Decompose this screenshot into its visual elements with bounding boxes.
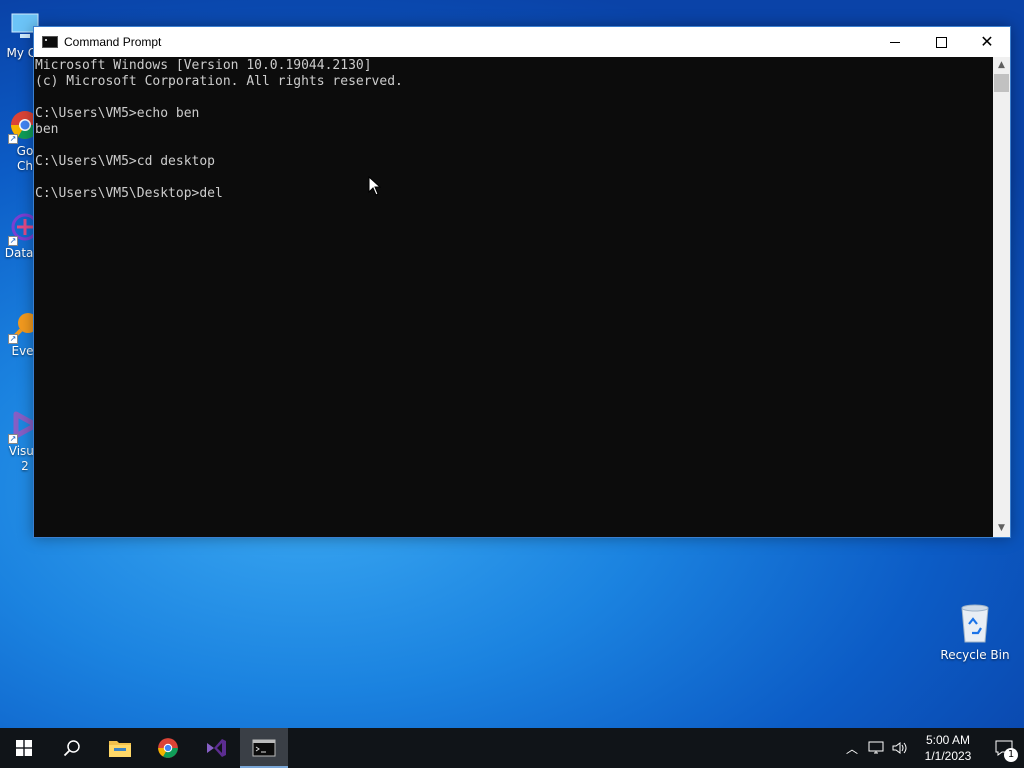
scroll-down-icon[interactable]: ▼ xyxy=(993,520,1010,537)
network-icon xyxy=(868,741,884,754)
window-title: Command Prompt xyxy=(64,35,162,49)
system-tray: ︿ 5:00 AM 1/1/2023 1 xyxy=(840,728,1024,768)
mouse-cursor-icon xyxy=(368,176,382,196)
command-prompt-window[interactable]: Command Prompt ✕ Microsoft Windows [Vers… xyxy=(33,26,1011,538)
search-button[interactable] xyxy=(48,728,96,768)
maximize-icon xyxy=(935,36,947,48)
desktop-icon-recycle-bin[interactable]: Recycle Bin xyxy=(940,600,1010,662)
visual-studio-icon xyxy=(207,739,226,757)
shortcut-arrow-icon: ↗ xyxy=(8,134,18,144)
speaker-icon xyxy=(892,742,907,754)
folder-icon xyxy=(109,741,131,757)
clock[interactable]: 5:00 AM 1/1/2023 xyxy=(912,732,984,764)
cmd-icon xyxy=(252,739,276,757)
maximize-button[interactable] xyxy=(918,27,964,57)
notification-count-badge: 1 xyxy=(1004,748,1018,762)
chrome-taskbar-button[interactable] xyxy=(144,728,192,768)
scroll-up-icon[interactable]: ▲ xyxy=(993,57,1010,74)
cmd-icon xyxy=(42,36,58,48)
window-titlebar[interactable]: Command Prompt ✕ xyxy=(34,27,1010,57)
chrome-icon xyxy=(158,738,178,758)
cmd-taskbar-button[interactable] xyxy=(240,728,288,768)
vertical-scrollbar[interactable]: ▲ ▼ xyxy=(993,57,1010,537)
scrollbar-thumb[interactable] xyxy=(994,74,1009,92)
close-icon: ✕ xyxy=(980,32,994,51)
shortcut-arrow-icon: ↗ xyxy=(8,334,18,344)
recycle-bin-label: Recycle Bin xyxy=(940,648,1010,662)
visual-studio-taskbar-button[interactable] xyxy=(192,728,240,768)
network-button[interactable] xyxy=(864,728,888,768)
close-button[interactable]: ✕ xyxy=(964,27,1010,57)
shortcut-arrow-icon: ↗ xyxy=(8,236,18,246)
minimize-icon xyxy=(890,41,900,43)
chevron-up-icon: ︿ xyxy=(845,741,858,756)
search-icon xyxy=(63,740,80,757)
show-hidden-icons-button[interactable]: ︿ xyxy=(840,728,864,768)
shortcut-arrow-icon: ↗ xyxy=(8,434,18,444)
action-center-button[interactable]: 1 xyxy=(984,728,1024,768)
recycle-bin-icon xyxy=(955,600,995,644)
console-output[interactable]: Microsoft Windows [Version 10.0.19044.21… xyxy=(34,57,994,537)
minimize-button[interactable] xyxy=(872,27,918,57)
windows-logo-icon xyxy=(16,740,32,756)
taskbar: ︿ 5:00 AM 1/1/2023 1 xyxy=(0,728,1024,768)
clock-time: 5:00 AM xyxy=(925,733,971,747)
clock-date: 1/1/2023 xyxy=(924,749,972,763)
start-button[interactable] xyxy=(0,728,48,768)
volume-button[interactable] xyxy=(888,728,912,768)
file-explorer-button[interactable] xyxy=(96,728,144,768)
